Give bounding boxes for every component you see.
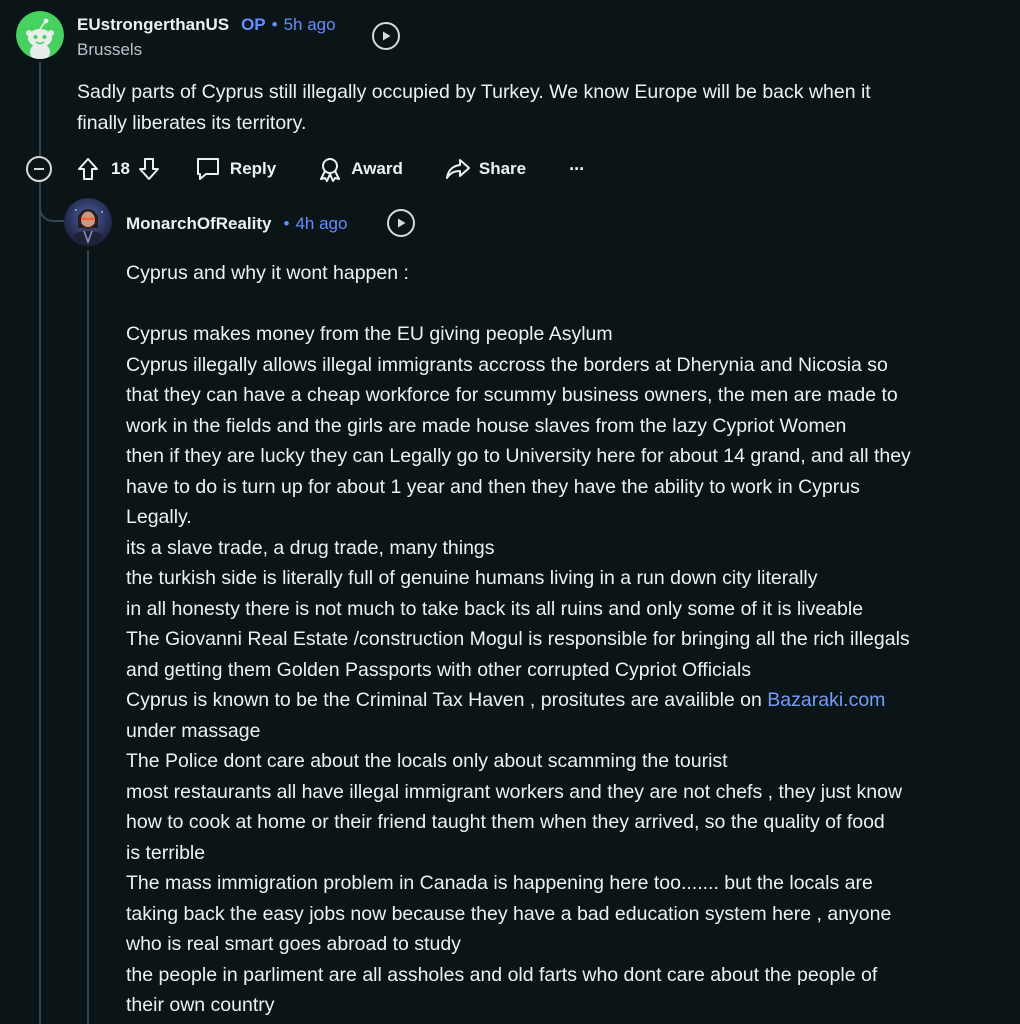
reply-body-line: most restaurants all have illegal immigr… xyxy=(126,780,903,803)
reply-body-line: the people in parliment are all assholes… xyxy=(126,963,878,986)
play-icon xyxy=(383,31,391,41)
reply-body-line: work in the fields and the girls are mad… xyxy=(126,414,847,437)
snoo-avatar-icon xyxy=(16,11,64,59)
op-badge: OP xyxy=(241,15,266,34)
op-username[interactable]: EUstrongerthanUS xyxy=(77,15,229,35)
award-icon xyxy=(320,158,341,182)
collapse-thread-button[interactable] xyxy=(26,156,52,182)
reply-body-line: The mass immigration problem in Canada i… xyxy=(126,872,873,894)
comment-action-bar: 18 Reply Award Share ··· xyxy=(26,152,585,186)
reply-body-line: is terrible xyxy=(126,841,206,864)
reply-body-line: then if they are lucky they can Legally … xyxy=(126,445,911,467)
reply-label: Reply xyxy=(229,159,277,178)
op-body-line: finally liberates its territory. xyxy=(77,111,307,134)
reply-body-line: Cyprus illegally allows illegal immigran… xyxy=(126,353,888,376)
reply-body-line: their own country xyxy=(126,994,275,1016)
reply-body-text: Cyprus is known to be the Criminal Tax H… xyxy=(126,689,768,711)
more-options-icon: ··· xyxy=(569,158,585,179)
award-button[interactable]: Award xyxy=(317,156,403,182)
reply-body-line: Cyprus is known to be the Criminal Tax H… xyxy=(126,685,1006,716)
reply-connector xyxy=(39,186,65,222)
reply-timestamp[interactable]: 4h ago xyxy=(295,214,347,234)
op-thread-line xyxy=(39,62,41,156)
reply-body-line: its a slave trade, a drug trade, many th… xyxy=(126,536,495,559)
reply-body-line: The Giovanni Real Estate /construction M… xyxy=(126,628,910,650)
share-button[interactable]: Share xyxy=(445,157,526,181)
reply-body-line: how to cook at home or their friend taug… xyxy=(126,811,885,833)
reply-body-line: Legally. xyxy=(126,506,192,528)
op-meta-row: EUstrongerthanUS OP • 5h ago xyxy=(77,13,336,37)
upvote-button[interactable] xyxy=(77,157,99,181)
reply-body-line: have to do is turn up for about 1 year a… xyxy=(126,475,860,498)
op-thread-line-lower xyxy=(39,182,41,1024)
reply-play-button[interactable] xyxy=(387,209,415,237)
reply-body-line: that they can have a cheap workforce for… xyxy=(126,384,898,406)
op-comment-body: Sadly parts of Cyprus still illegally oc… xyxy=(77,77,997,138)
award-label: Award xyxy=(351,159,403,178)
more-options-button[interactable]: ··· xyxy=(569,158,585,180)
play-icon xyxy=(398,218,406,228)
reply-username[interactable]: MonarchOfReality xyxy=(126,214,271,234)
meta-separator: • xyxy=(271,15,278,34)
vote-count: 18 xyxy=(111,159,130,178)
downvote-arrow-icon xyxy=(138,158,159,180)
reply-avatar[interactable] xyxy=(64,198,112,246)
reply-comment-body: Cyprus and why it wont happen : Cyprus m… xyxy=(126,258,1006,1021)
user-avatar-icon xyxy=(64,198,112,246)
reply-body-line: who is real smart goes abroad to study xyxy=(126,933,461,955)
reply-body-line: The Police dont care about the locals on… xyxy=(126,750,728,772)
reply-body-line: the turkish side is literally full of ge… xyxy=(126,567,818,589)
reply-thread-line xyxy=(87,250,89,1024)
share-label: Share xyxy=(478,159,527,178)
op-avatar[interactable] xyxy=(16,11,64,59)
op-timestamp[interactable]: 5h ago xyxy=(284,15,336,35)
comment-bubble-icon xyxy=(196,158,219,180)
reply-body-line: Cyprus and why it wont happen : xyxy=(126,262,409,284)
bazaraki-link[interactable]: Bazaraki.com xyxy=(767,689,885,711)
reply-body-line: under massage xyxy=(126,719,261,742)
op-body-line: Sadly parts of Cyprus still illegally oc… xyxy=(77,81,871,103)
reply-body-line: and getting them Golden Passports with o… xyxy=(126,658,752,681)
downvote-button[interactable] xyxy=(138,157,160,181)
share-arrow-icon xyxy=(445,159,470,179)
meta-separator: • xyxy=(283,214,290,233)
reply-body-line: taking back the easy jobs now because th… xyxy=(126,902,892,925)
upvote-arrow-icon xyxy=(78,158,98,180)
reply-button[interactable]: Reply xyxy=(195,156,276,182)
op-play-button[interactable] xyxy=(372,22,400,50)
reply-body-line: Cyprus makes money from the EU giving pe… xyxy=(126,323,613,345)
reply-meta-row: MonarchOfReality • 4h ago xyxy=(126,212,347,236)
op-flair: Brussels xyxy=(77,40,143,59)
reply-body-line: in all honesty there is not much to take… xyxy=(126,597,864,620)
